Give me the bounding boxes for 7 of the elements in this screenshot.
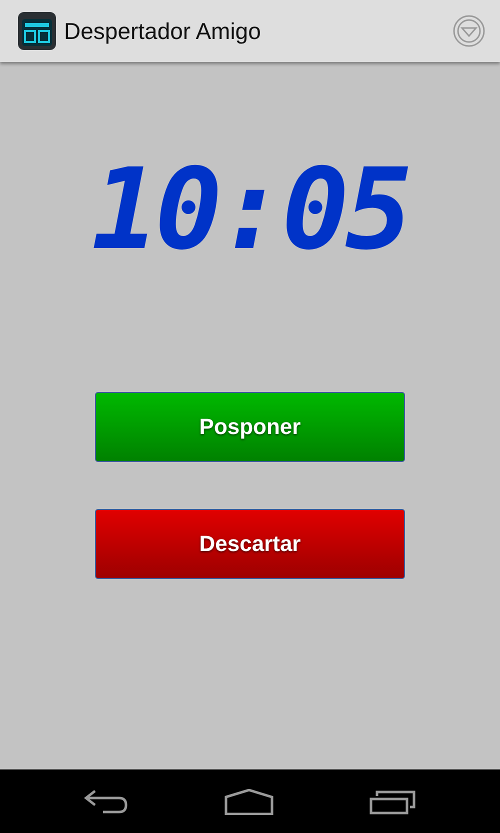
home-icon[interactable] — [224, 788, 274, 814]
app-title: Despertador Amigo — [64, 18, 262, 44]
recent-apps-icon[interactable] — [369, 788, 418, 814]
back-icon[interactable] — [82, 788, 129, 814]
clock-time: 10:05 — [91, 144, 409, 277]
alarm-button[interactable]: Posponer — [95, 392, 405, 462]
alarm-button[interactable]: Descartar — [95, 509, 405, 579]
